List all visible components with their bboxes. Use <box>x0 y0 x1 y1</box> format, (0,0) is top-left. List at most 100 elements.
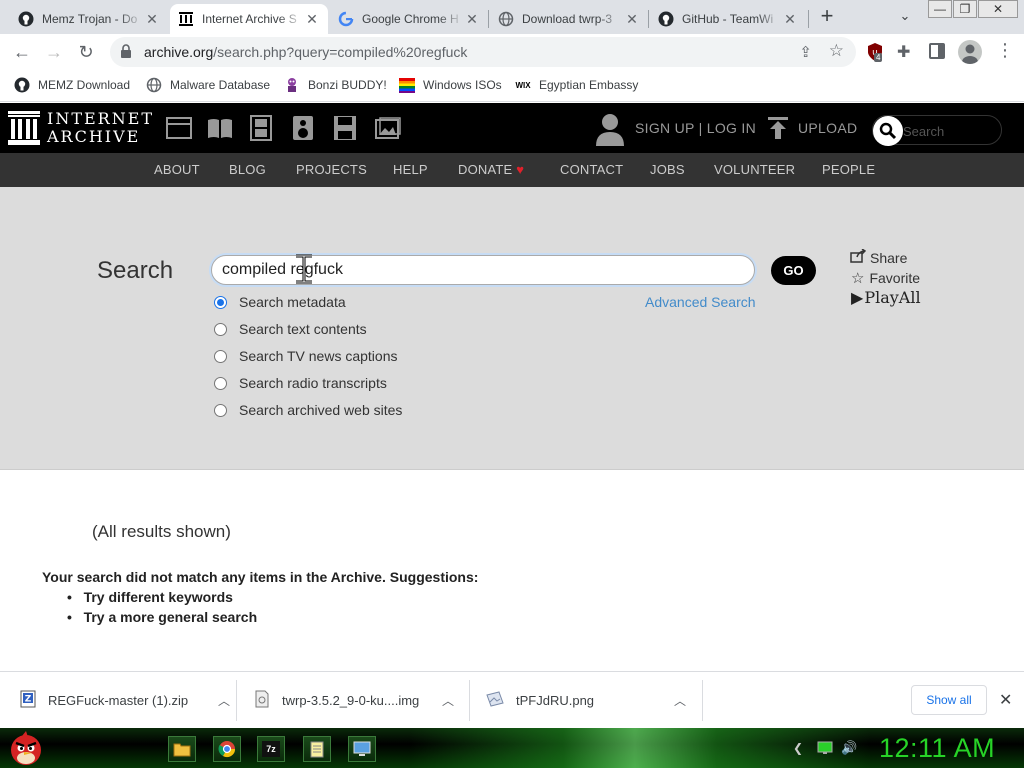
favorite-button[interactable]: ☆ Favorite <box>851 269 920 287</box>
address-bar[interactable]: archive.org/search.php?query=compiled%20… <box>110 37 856 67</box>
close-tab-icon[interactable]: ✕ <box>304 11 320 28</box>
ublock-extension-icon[interactable]: u 4 <box>866 42 886 62</box>
bookmark-label: Windows ISOs <box>423 78 502 92</box>
7zip-icon[interactable]: 7z <box>257 736 285 762</box>
close-window-icon[interactable]: ✕ <box>978 0 1018 18</box>
notepad-icon[interactable] <box>303 736 331 762</box>
bookmark-windows-isos[interactable]: Windows ISOs <box>399 77 502 93</box>
search-option-web[interactable]: Search archived web sites <box>214 402 402 418</box>
ia-logo-icon[interactable] <box>8 111 42 145</box>
go-button[interactable]: GO <box>771 256 816 285</box>
radio-button[interactable] <box>214 376 227 390</box>
audio-icon[interactable] <box>292 115 314 144</box>
bookmark-malware-database[interactable]: Malware Database <box>146 77 270 93</box>
signup-login-link[interactable]: SIGN UP | LOG IN <box>635 120 756 136</box>
reload-icon[interactable]: ↻ <box>74 40 98 64</box>
radio-button[interactable] <box>214 295 227 309</box>
bookmark-bonzi-buddy[interactable]: Bonzi BUDDY! <box>284 77 387 93</box>
no-match-message: Your search did not match any items in t… <box>42 569 479 585</box>
nav-people[interactable]: PEOPLE <box>822 162 875 177</box>
nav-help[interactable]: HELP <box>393 162 428 177</box>
download-item[interactable]: Z REGFuck-master (1).zip ︿ <box>20 672 230 729</box>
video-icon[interactable] <box>248 115 274 144</box>
tab-memz-trojan[interactable]: Memz Trojan - Do ✕ <box>10 4 168 34</box>
close-downloads-icon[interactable]: ✕ <box>999 690 1012 710</box>
github-icon <box>18 11 34 27</box>
playall-button[interactable]: ▶ PlayAll <box>851 288 921 307</box>
start-button-angry-bird-icon[interactable] <box>6 728 46 768</box>
screen-icon[interactable] <box>348 736 376 762</box>
os-taskbar: 7z ❮ 🔊 12:11 AM <box>0 728 1024 768</box>
share-button[interactable]: Share <box>850 248 908 266</box>
new-tab-button[interactable]: + <box>816 5 838 28</box>
close-tab-icon[interactable]: ✕ <box>624 11 640 28</box>
share-label: Share <box>870 249 908 266</box>
share-page-icon[interactable]: ⇪ <box>799 43 812 61</box>
search-option-radio[interactable]: Search radio transcripts <box>214 375 387 391</box>
tab-search-icon[interactable]: ⌄ <box>896 8 914 26</box>
restore-icon[interactable]: ❐ <box>953 0 977 18</box>
profile-avatar-icon[interactable] <box>958 40 982 64</box>
close-tab-icon[interactable]: ✕ <box>144 11 160 28</box>
software-icon[interactable] <box>333 115 357 144</box>
menu-kebab-icon[interactable]: ⋮ <box>996 40 1014 61</box>
nav-about[interactable]: ABOUT <box>154 162 200 177</box>
images-icon[interactable] <box>375 117 401 142</box>
show-all-button[interactable]: Show all <box>911 685 987 715</box>
bookmark-egyptian-embassy[interactable]: WIX Egyptian Embassy <box>515 77 638 93</box>
radio-button[interactable] <box>214 403 227 417</box>
ia-search-box[interactable]: Search <box>872 115 1002 146</box>
bookmark-star-icon[interactable]: ☆ <box>829 41 844 61</box>
tray-expand-icon[interactable]: ❮ <box>793 741 803 755</box>
tab-title: Download twrp-3 <box>522 12 613 26</box>
taskbar-clock[interactable]: 12:11 AM <box>879 733 995 764</box>
nav-projects[interactable]: PROJECTS <box>296 162 367 177</box>
volume-tray-icon[interactable]: 🔊 <box>841 740 857 756</box>
tab-google-chrome-help[interactable]: Google Chrome H ✕ <box>330 4 488 34</box>
close-tab-icon[interactable]: ✕ <box>782 11 798 28</box>
nav-jobs[interactable]: JOBS <box>650 162 685 177</box>
search-option-text[interactable]: Search text contents <box>214 321 367 337</box>
upload-link[interactable]: UPLOAD <box>798 120 857 136</box>
close-tab-icon[interactable]: ✕ <box>464 11 480 28</box>
file-explorer-icon[interactable] <box>168 736 196 762</box>
nav-contact[interactable]: CONTACT <box>560 162 623 177</box>
tab-title: GitHub - TeamWi <box>682 12 774 26</box>
chrome-taskbar-icon[interactable] <box>213 736 241 762</box>
back-icon[interactable]: ← <box>10 40 34 64</box>
side-panel-icon[interactable] <box>929 43 945 59</box>
ia-logo-text[interactable]: INTERNET ARCHIVE <box>47 110 154 146</box>
search-icon[interactable] <box>873 116 903 146</box>
download-filename: REGFuck-master (1).zip <box>48 693 189 708</box>
suggestion-text: Try a more general search <box>83 609 258 625</box>
upload-icon[interactable] <box>768 117 788 142</box>
web-icon[interactable] <box>166 117 192 142</box>
bookmark-memz-download[interactable]: MEMZ Download <box>14 77 130 93</box>
bookmark-label: Egyptian Embassy <box>539 78 639 92</box>
forward-icon[interactable]: → <box>42 40 66 64</box>
search-option-tv[interactable]: Search TV news captions <box>214 348 398 364</box>
texts-icon[interactable] <box>207 117 233 142</box>
lock-icon[interactable] <box>120 43 132 61</box>
user-avatar-icon[interactable] <box>595 112 625 149</box>
nav-volunteer[interactable]: VOLUNTEER <box>714 162 795 177</box>
minimize-icon[interactable]: — <box>928 0 952 18</box>
search-option-metadata[interactable]: Search metadata <box>214 294 346 310</box>
nav-blog[interactable]: BLOG <box>229 162 266 177</box>
chevron-up-icon[interactable]: ︿ <box>442 692 454 709</box>
advanced-search-link[interactable]: Advanced Search <box>645 294 756 310</box>
chevron-up-icon[interactable]: ︿ <box>218 692 230 709</box>
tab-github-teamwin[interactable]: GitHub - TeamWi ✕ <box>650 4 806 34</box>
chevron-up-icon[interactable]: ︿ <box>674 692 686 709</box>
ia-search-placeholder: Search <box>903 124 945 139</box>
network-tray-icon[interactable] <box>817 741 833 758</box>
download-item[interactable]: twrp-3.5.2_9-0-ku....img ︿ <box>254 672 454 729</box>
radio-button[interactable] <box>214 349 227 363</box>
radio-button[interactable] <box>214 322 227 336</box>
nav-donate[interactable]: DONATE ♥ <box>458 162 524 177</box>
tab-separator <box>808 10 809 28</box>
extensions-puzzle-icon[interactable]: ✚ <box>897 42 910 62</box>
tab-download-twrp[interactable]: Download twrp-3 ✕ <box>490 4 648 34</box>
tab-internet-archive[interactable]: Internet Archive S ✕ <box>170 4 328 34</box>
download-item[interactable]: tPFJdRU.png ︿ <box>486 672 686 729</box>
